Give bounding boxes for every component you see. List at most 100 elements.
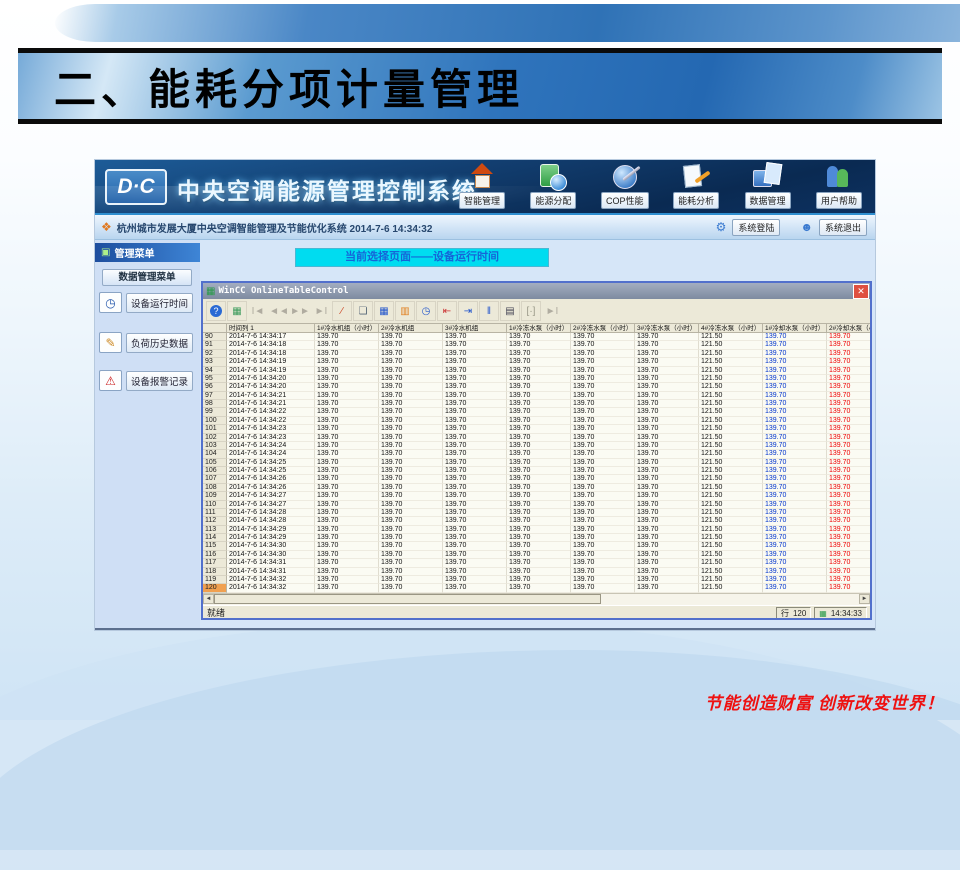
value-cell: 139.70 <box>827 584 870 592</box>
pause-icon[interactable]: ‖ <box>479 301 499 321</box>
value-cell: 139.70 <box>763 568 827 576</box>
menu-icon: ▣ <box>101 247 110 258</box>
table-row[interactable]: 922014-7-6 14:34:18139.70139.70139.70139… <box>203 350 870 358</box>
table-row[interactable]: 1202014-7-6 14:34:32139.70139.70139.7013… <box>203 584 870 592</box>
export-stop-icon[interactable]: ⇥ <box>458 301 478 321</box>
table-row[interactable]: 912014-7-6 14:34:18139.70139.70139.70139… <box>203 341 870 349</box>
print-icon[interactable]: ▤ <box>500 301 520 321</box>
table-row[interactable]: 932014-7-6 14:34:19139.70139.70139.70139… <box>203 358 870 366</box>
table-row[interactable]: 1012014-7-6 14:34:23139.70139.70139.7013… <box>203 425 870 433</box>
value-cell: 139.70 <box>379 425 443 433</box>
table-row[interactable]: 1182014-7-6 14:34:31139.70139.70139.7013… <box>203 568 870 576</box>
close-icon[interactable]: ✕ <box>853 284 869 299</box>
table-row[interactable]: 1042014-7-6 14:34:24139.70139.70139.7013… <box>203 450 870 458</box>
value-cell: 139.70 <box>315 442 379 450</box>
table-row[interactable]: 942014-7-6 14:34:19139.70139.70139.70139… <box>203 367 870 375</box>
table-row[interactable]: 1112014-7-6 14:34:28139.70139.70139.7013… <box>203 509 870 517</box>
value-cell: 139.70 <box>635 434 699 442</box>
status-table-icon: ▦ <box>819 608 827 619</box>
row-number-cell: 95 <box>203 375 227 383</box>
table-row[interactable]: 1092014-7-6 14:34:27139.70139.70139.7013… <box>203 492 870 500</box>
table-row[interactable]: 1192014-7-6 14:34:32139.70139.70139.7013… <box>203 576 870 584</box>
value-cell: 139.70 <box>507 341 571 349</box>
sidebar-menu-title-button[interactable]: 数据管理菜单 <box>102 269 192 286</box>
sidebar-header-label: 管理菜单 <box>114 245 154 260</box>
time-cell: 2014-7-6 14:34:24 <box>227 442 315 450</box>
value-cell: 139.70 <box>635 400 699 408</box>
table-row[interactable]: 962014-7-6 14:34:20139.70139.70139.70139… <box>203 383 870 391</box>
value-cell: 139.70 <box>315 551 379 559</box>
relative-range-icon[interactable]: [·] <box>521 301 541 321</box>
scroll-right-icon[interactable]: ► <box>859 594 870 604</box>
value-cell: 139.70 <box>571 459 635 467</box>
nav-item-cop-performance[interactable]: COP性能 <box>591 163 659 212</box>
table-row[interactable]: 952014-7-6 14:34:20139.70139.70139.70139… <box>203 375 870 383</box>
table-row[interactable]: 982014-7-6 14:34:21139.70139.70139.70139… <box>203 400 870 408</box>
value-cell: 139.70 <box>763 333 827 341</box>
time-cell: 2014-7-6 14:34:31 <box>227 559 315 567</box>
horizontal-scrollbar[interactable]: ◄ ► <box>203 593 870 605</box>
table-row[interactable]: 1082014-7-6 14:34:26139.70139.70139.7013… <box>203 484 870 492</box>
sidebar-item-2[interactable]: ✎负荷历史数据 <box>99 332 193 353</box>
value-cell: 139.70 <box>571 392 635 400</box>
table-row[interactable]: 972014-7-6 14:34:21139.70139.70139.70139… <box>203 392 870 400</box>
value-cell: 139.70 <box>763 358 827 366</box>
nav-item-user-help[interactable]: 用户帮助 <box>805 163 873 212</box>
row-number-cell: 117 <box>203 559 227 567</box>
table-row[interactable]: 992014-7-6 14:34:22139.70139.70139.70139… <box>203 408 870 416</box>
column-header-3: 3#冷水机组 <box>443 324 507 333</box>
nav-item-energy-analysis[interactable]: 能耗分析 <box>662 163 730 212</box>
column-select-icon[interactable]: ▦ <box>374 301 394 321</box>
value-cell: 139.70 <box>315 475 379 483</box>
value-cell: 139.70 <box>443 492 507 500</box>
help-icon[interactable]: ? <box>206 301 226 321</box>
table-row[interactable]: 1122014-7-6 14:34:28139.70139.70139.7013… <box>203 517 870 525</box>
value-cell: 139.70 <box>635 475 699 483</box>
wincc-titlebar[interactable]: ▦ WinCC OnlineTableControl ✕ <box>203 283 870 299</box>
value-cell: 139.70 <box>827 467 870 475</box>
value-cell: 139.70 <box>507 492 571 500</box>
row-number-cell: 112 <box>203 517 227 525</box>
system-login-button[interactable]: 系统登陆 <box>732 219 780 236</box>
sidebar-item-1[interactable]: ◷设备运行时间 <box>99 292 193 313</box>
scrollbar-thumb[interactable] <box>214 594 601 604</box>
time-range-icon[interactable]: ◷ <box>416 301 436 321</box>
table-row[interactable]: 1062014-7-6 14:34:25139.70139.70139.7013… <box>203 467 870 475</box>
table-row[interactable]: 1022014-7-6 14:34:23139.70139.70139.7013… <box>203 434 870 442</box>
table-row[interactable]: 1132014-7-6 14:34:29139.70139.70139.7013… <box>203 526 870 534</box>
statistics-icon[interactable]: ▥ <box>395 301 415 321</box>
nav-item-data-management[interactable]: 数据管理 <box>734 163 802 212</box>
time-base-icon[interactable]: ▦ <box>227 301 247 321</box>
scroll-left-icon[interactable]: ◄ <box>203 594 214 604</box>
table-row[interactable]: 1162014-7-6 14:34:30139.70139.70139.7013… <box>203 551 870 559</box>
value-cell: 139.70 <box>379 534 443 542</box>
value-cell: 139.70 <box>635 501 699 509</box>
table-row[interactable]: 1032014-7-6 14:34:24139.70139.70139.7013… <box>203 442 870 450</box>
value-cell: 121.50 <box>699 383 763 391</box>
value-cell: 139.70 <box>379 392 443 400</box>
value-cell: 121.50 <box>699 568 763 576</box>
edit-pen-icon[interactable]: ∕ <box>332 301 352 321</box>
value-cell: 139.70 <box>827 475 870 483</box>
copy-icon[interactable]: ❏ <box>353 301 373 321</box>
table-row[interactable]: 1152014-7-6 14:34:30139.70139.70139.7013… <box>203 542 870 550</box>
value-cell: 139.70 <box>379 408 443 416</box>
export-start-icon[interactable]: ⇤ <box>437 301 457 321</box>
row-number-cell: 108 <box>203 484 227 492</box>
table-row[interactable]: 1002014-7-6 14:34:22139.70139.70139.7013… <box>203 417 870 425</box>
nav-item-energy-allocation[interactable]: 能源分配 <box>519 163 587 212</box>
slide-title: 二、能耗分项计量管理 <box>18 56 524 117</box>
table-row[interactable]: 1102014-7-6 14:34:27139.70139.70139.7013… <box>203 501 870 509</box>
sidebar-item-3[interactable]: ⚠设备报警记录 <box>99 370 193 391</box>
table-row[interactable]: 1172014-7-6 14:34:31139.70139.70139.7013… <box>203 559 870 567</box>
value-cell: 139.70 <box>443 584 507 592</box>
system-logout-button[interactable]: 系统退出 <box>819 219 867 236</box>
table-row[interactable]: 902014-7-6 14:34:17139.70139.70139.70139… <box>203 333 870 341</box>
value-cell: 139.70 <box>379 333 443 341</box>
table-row[interactable]: 1072014-7-6 14:34:26139.70139.70139.7013… <box>203 475 870 483</box>
last-record-icon-glyph: ►I <box>315 306 328 317</box>
table-row[interactable]: 1052014-7-6 14:34:25139.70139.70139.7013… <box>203 459 870 467</box>
table-row[interactable]: 1142014-7-6 14:34:29139.70139.70139.7013… <box>203 534 870 542</box>
time-cell: 2014-7-6 14:34:18 <box>227 341 315 349</box>
nav-item-home[interactable]: 智能管理 <box>448 163 516 212</box>
